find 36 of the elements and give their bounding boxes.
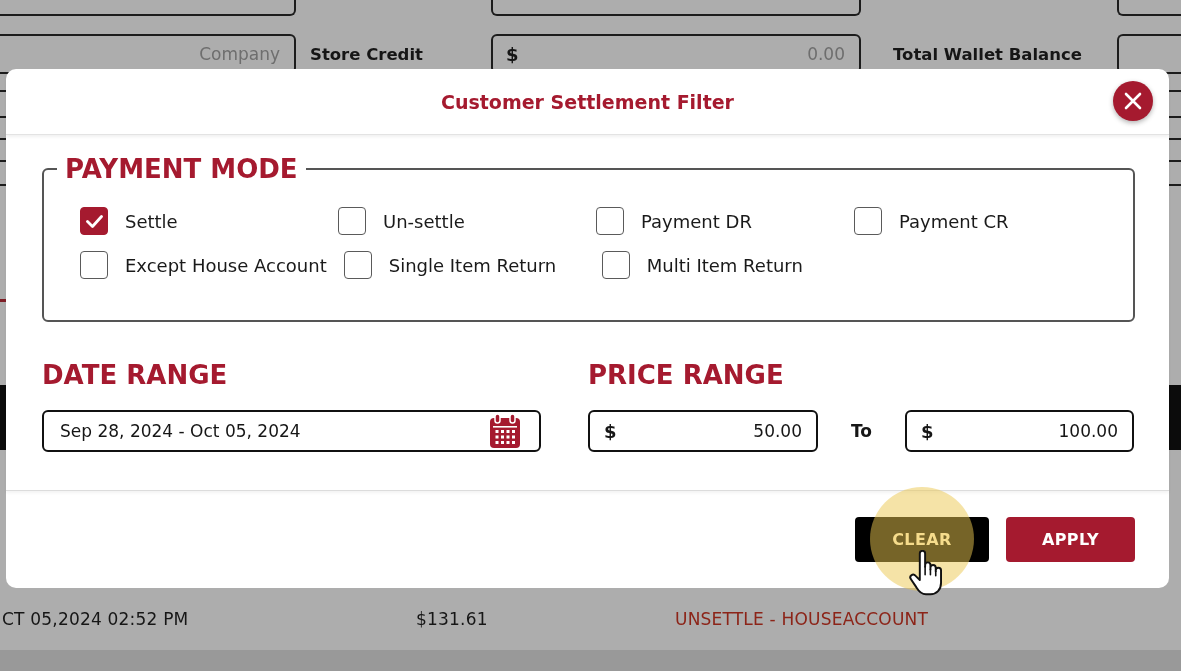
checkbox[interactable] bbox=[601, 251, 630, 279]
checkbox[interactable] bbox=[338, 207, 366, 235]
checkbox-label[interactable]: Except House Account bbox=[125, 254, 327, 276]
calendar-icon[interactable] bbox=[489, 414, 521, 448]
price-to-field[interactable]: $ 100.00 bbox=[905, 410, 1134, 452]
date-range-field[interactable]: Sep 28, 2024 - Oct 05, 2024 bbox=[42, 410, 541, 452]
checkbox-label[interactable]: Single Item Return bbox=[388, 254, 557, 276]
dialog-title: Customer Settlement Filter bbox=[441, 90, 734, 113]
checkbox[interactable] bbox=[854, 207, 882, 235]
checkbox-label[interactable]: Settle bbox=[125, 210, 178, 232]
section-heading: PRICE RANGE bbox=[588, 359, 785, 391]
input-field[interactable] bbox=[0, 0, 296, 16]
checkbox-label[interactable]: Payment DR bbox=[641, 210, 752, 232]
status-cell: UNSETTLE - HOUSEACCOUNT bbox=[675, 609, 929, 629]
checkbox[interactable] bbox=[343, 251, 372, 279]
price-from-field[interactable]: $ 50.00 bbox=[588, 410, 818, 452]
checkbox[interactable] bbox=[596, 207, 624, 235]
input-field[interactable] bbox=[1117, 0, 1181, 16]
checkbox-label[interactable]: Multi Item Return bbox=[646, 254, 803, 276]
field-label: Total Wallet Balance bbox=[892, 44, 1083, 64]
field-label: Store Credit bbox=[309, 44, 424, 64]
checkbox[interactable] bbox=[80, 207, 108, 235]
checkbox-label[interactable]: Un-settle bbox=[383, 210, 465, 232]
section-heading: DATE RANGE bbox=[42, 359, 229, 391]
table-cell: $131.61 bbox=[416, 609, 488, 629]
tick-icon bbox=[85, 214, 103, 228]
checkbox-label[interactable]: Payment CR bbox=[899, 210, 1009, 232]
table-cell: CT 05,2024 02:52 PM bbox=[2, 609, 189, 629]
close-button[interactable] bbox=[1113, 81, 1153, 121]
range-separator-label: To bbox=[850, 421, 873, 441]
close-icon bbox=[1124, 92, 1142, 110]
clear-button[interactable]: CLEAR bbox=[855, 517, 989, 562]
input-field[interactable] bbox=[491, 0, 861, 16]
checkbox[interactable] bbox=[80, 251, 108, 279]
apply-button[interactable]: APPLY bbox=[1006, 517, 1135, 562]
section-heading: PAYMENT MODE bbox=[64, 153, 299, 185]
